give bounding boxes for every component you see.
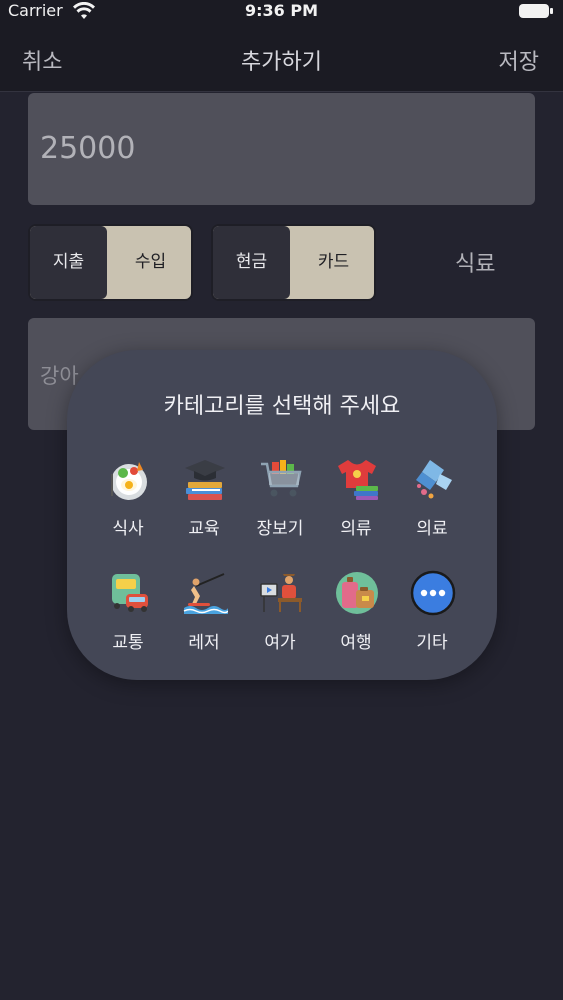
more-icon [410,570,456,616]
category-clothing[interactable]: 의류 [318,456,394,546]
shopping-cart-icon [261,460,302,497]
travel-icon [336,572,378,614]
category-label-travel: 여행 [340,633,372,653]
save-button[interactable]: 저장 [499,44,539,76]
category-meal[interactable]: 식사 [90,456,166,546]
category-label-transport: 교통 [112,633,144,653]
category-label-other: 기타 [416,633,448,653]
category-label-hobby: 여가 [264,633,296,653]
category-label-medical: 의료 [416,519,448,539]
category-label-clothing: 의류 [340,519,372,539]
education-icon [185,460,225,500]
medical-icon [416,460,452,499]
category-picker-popup: 카테고리를 선택해 주세요 식사 교육 장보기 의류 의료 교통 레저 여가 여… [67,350,497,680]
category-transport[interactable]: 교통 [90,570,166,660]
category-other[interactable]: 기타 [394,570,470,660]
category-shopping[interactable]: 장보기 [242,456,318,546]
clock: 9:36 PM [244,1,318,20]
transport-icon [112,574,148,612]
category-medical[interactable]: 의료 [394,456,470,546]
category-leisure[interactable]: 레저 [166,570,242,660]
segment-card[interactable]: 카드 [295,226,372,299]
category-label-leisure: 레저 [188,633,220,653]
page-title: 추가하기 [241,50,322,75]
segment-cash[interactable]: 현금 [213,226,290,299]
category-picker-title: 카테고리를 선택해 주세요 [163,394,401,419]
category-label-meal: 식사 [112,519,144,539]
selected-category-button[interactable]: 식료 [455,246,495,278]
hobby-icon [260,574,302,612]
amount-input[interactable]: 25000 [28,93,535,205]
income-expense-segment[interactable]: 지출 수입 [28,224,193,301]
segment-income[interactable]: 수입 [112,226,189,299]
clothing-icon [338,460,378,500]
segment-expense[interactable]: 지출 [30,226,107,299]
category-label-education: 교육 [188,519,220,539]
category-travel[interactable]: 여행 [318,570,394,660]
battery-icon [519,4,553,18]
leisure-icon [183,573,228,614]
category-label-shopping: 장보기 [256,519,304,539]
meal-icon [111,462,147,500]
status-bar: Carrier 9:36 PM [0,0,563,24]
navigation-bar: 취소 추가하기 저장 [0,24,563,92]
category-hobby[interactable]: 여가 [242,570,318,660]
category-education[interactable]: 교육 [166,456,242,546]
payment-method-segment[interactable]: 현금 카드 [211,224,376,301]
